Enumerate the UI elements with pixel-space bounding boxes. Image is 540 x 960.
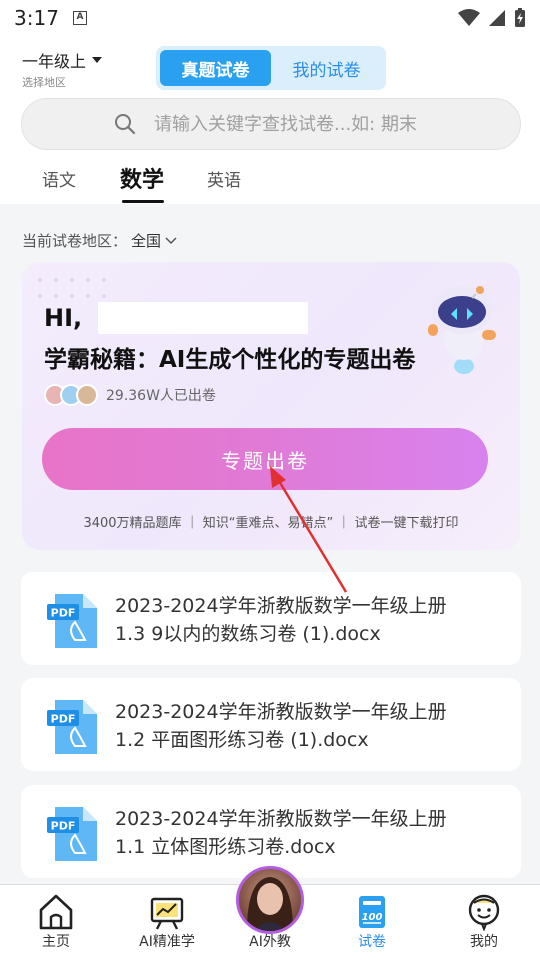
search-bar[interactable]	[21, 98, 521, 150]
pdf-badge-text: PDF	[51, 820, 76, 833]
region-selector[interactable]: 当前试卷地区： 全国	[22, 230, 177, 251]
promo-card: HI, 学霸秘籍：AI生成个性化的专题出卷 29.36W人已出卷 专题出卷 34…	[22, 262, 520, 550]
robot-icon	[428, 286, 496, 374]
status-icons	[458, 8, 526, 28]
promo-title: 学霸秘籍：AI生成个性化的专题出卷	[44, 347, 416, 373]
nav-label: AI外教	[249, 934, 291, 950]
battery-icon	[515, 8, 525, 27]
grade-label: 一年级上	[22, 52, 87, 71]
document-title: 2023-2024学年浙教版数学一年级上册 1.1 立体图形练习卷.docx	[115, 805, 505, 861]
nav-ai-learn[interactable]: AI精准学	[117, 885, 217, 960]
tab-chinese[interactable]: 语文	[42, 166, 76, 191]
document-title-line2: 1.1 立体图形练习卷.docx	[115, 836, 336, 858]
search-icon	[115, 114, 136, 135]
document-item[interactable]: PDF 2023-2024学年浙教版数学一年级上册 1.1 立体图形练习卷.do…	[21, 785, 521, 878]
chevron-down-icon	[165, 236, 177, 244]
avatar	[76, 384, 98, 406]
wifi-icon	[458, 9, 480, 26]
header: 一年级上 选择地区 真题试卷 我的试卷 语文 数学 英语	[0, 36, 540, 204]
nav-label: 主页	[42, 934, 70, 950]
tab-my-papers[interactable]: 我的试卷	[271, 50, 382, 86]
tab-underline	[122, 200, 164, 203]
document-title: 2023-2024学年浙教版数学一年级上册 1.2 平面图形练习卷 (1).do…	[115, 698, 505, 754]
document-item[interactable]: PDF 2023-2024学年浙教版数学一年级上册 1.3 9以内的数练习卷 (…	[21, 572, 521, 665]
home-icon	[39, 894, 73, 930]
subject-tabs: 语文 数学 英语	[0, 156, 540, 204]
accessibility-icon: A	[72, 11, 87, 25]
smiley-chat-icon	[468, 894, 500, 931]
user-name-field	[98, 302, 309, 334]
tab-english[interactable]: 英语	[207, 166, 241, 191]
document-title-line1: 2023-2024学年浙教版数学一年级上册	[115, 808, 447, 830]
topic-paper-button[interactable]: 专题出卷	[42, 428, 488, 490]
greeting: HI,	[44, 304, 83, 332]
grade-selector[interactable]: 一年级上 选择地区	[22, 48, 103, 90]
nav-mine[interactable]: 我的	[434, 885, 534, 960]
grade-sub-label: 选择地区	[22, 76, 66, 89]
document-title-line2: 1.3 9以内的数练习卷 (1).docx	[115, 623, 381, 645]
status-time: 3:17	[14, 6, 59, 30]
pdf-icon: PDF	[47, 700, 97, 754]
paper-type-toggle: 真题试卷 我的试卷	[156, 46, 386, 90]
document-title-line1: 2023-2024学年浙教版数学一年级上册	[115, 595, 447, 617]
search-input[interactable]	[154, 113, 454, 135]
presentation-chart-icon	[150, 897, 184, 930]
tab-real-papers[interactable]: 真题试卷	[160, 50, 271, 86]
document-title-line1: 2023-2024学年浙教版数学一年级上册	[115, 701, 447, 723]
document-title: 2023-2024学年浙教版数学一年级上册 1.3 9以内的数练习卷 (1).d…	[115, 592, 505, 648]
pdf-badge-text: PDF	[51, 607, 76, 620]
svg-text:100: 100	[362, 912, 383, 923]
region-label: 当前试卷地区：	[22, 232, 128, 250]
document-title-line2: 1.2 平面图形练习卷 (1).docx	[115, 729, 369, 751]
region-value: 全国	[131, 232, 162, 250]
user-avatars: 29.36W人已出卷	[44, 384, 216, 406]
ai-tutor-avatar[interactable]	[236, 866, 304, 934]
nav-home[interactable]: 主页	[6, 885, 106, 960]
tab-math[interactable]: 数学	[120, 162, 164, 194]
nav-label: 我的	[470, 934, 498, 950]
usage-count: 29.36W人已出卷	[106, 388, 216, 404]
nav-label: AI精准学	[139, 934, 195, 950]
pdf-badge-text: PDF	[51, 713, 76, 726]
tutor-portrait-icon	[247, 877, 293, 931]
signal-icon	[489, 10, 505, 26]
paper-100-icon: 100	[359, 896, 385, 928]
nav-papers[interactable]: 100 试卷	[322, 885, 422, 960]
pdf-icon: PDF	[47, 807, 97, 861]
document-item[interactable]: PDF 2023-2024学年浙教版数学一年级上册 1.2 平面图形练习卷 (1…	[21, 678, 521, 771]
feature-list: 3400万精品题库 ｜ 知识“重难点、易错点” ｜ 试卷一键下载打印	[83, 516, 459, 531]
caret-down-icon	[92, 57, 103, 63]
pdf-icon: PDF	[47, 594, 97, 648]
status-bar: 3:17 A	[0, 0, 540, 36]
nav-label: 试卷	[358, 934, 386, 950]
